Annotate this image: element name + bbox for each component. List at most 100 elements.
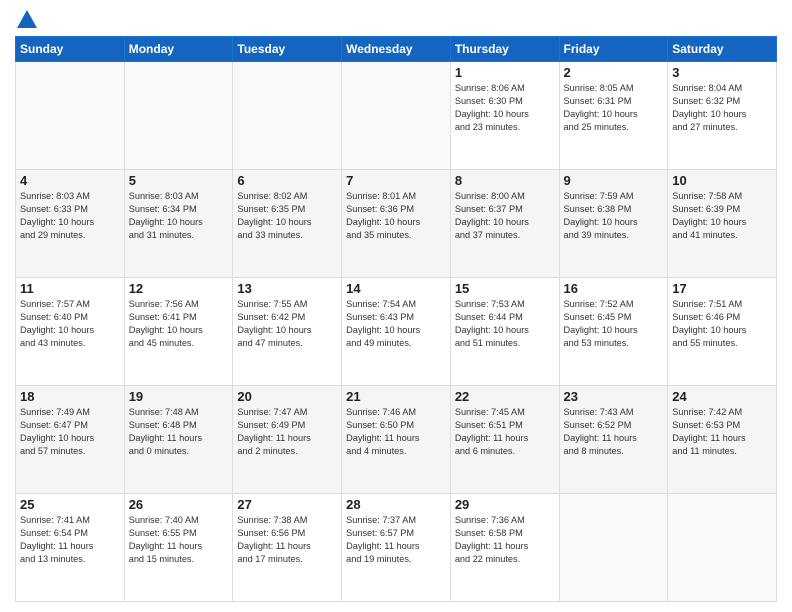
day-info: Sunrise: 8:03 AM Sunset: 6:34 PM Dayligh… bbox=[129, 190, 229, 242]
calendar-day-header: Saturday bbox=[668, 37, 777, 62]
day-info: Sunrise: 7:49 AM Sunset: 6:47 PM Dayligh… bbox=[20, 406, 120, 458]
logo bbox=[15, 10, 37, 28]
day-info: Sunrise: 8:02 AM Sunset: 6:35 PM Dayligh… bbox=[237, 190, 337, 242]
calendar-week-row: 4Sunrise: 8:03 AM Sunset: 6:33 PM Daylig… bbox=[16, 170, 777, 278]
calendar-day-cell bbox=[124, 62, 233, 170]
calendar-day-cell: 21Sunrise: 7:46 AM Sunset: 6:50 PM Dayli… bbox=[342, 386, 451, 494]
day-number: 9 bbox=[564, 173, 664, 188]
day-info: Sunrise: 7:36 AM Sunset: 6:58 PM Dayligh… bbox=[455, 514, 555, 566]
calendar-day-cell: 22 Sunrise: 7:45 AM Sunset: 6:51 PM Dayli… bbox=[450, 386, 559, 494]
calendar-day-cell bbox=[233, 62, 342, 170]
calendar-day-header: Monday bbox=[124, 37, 233, 62]
calendar-week-row: 25 Sunrise: 7:41 AM Sunset: 6:54 PM Dayli… bbox=[16, 494, 777, 602]
calendar-day-cell: 20 Sunrise: 7:47 AM Sunset: 6:49 PM Dayli… bbox=[233, 386, 342, 494]
calendar-day-cell: 8 Sunrise: 8:00 AM Sunset: 6:37 PM Daylig… bbox=[450, 170, 559, 278]
calendar-day-cell: 5 Sunrise: 8:03 AM Sunset: 6:34 PM Daylig… bbox=[124, 170, 233, 278]
day-info: Sunrise: 8:03 AM Sunset: 6:33 PM Dayligh… bbox=[20, 190, 120, 242]
day-info: Sunrise: 7:40 AM Sunset: 6:55 PM Dayligh… bbox=[129, 514, 229, 566]
day-number: 11 bbox=[20, 281, 120, 296]
calendar-day-header: Thursday bbox=[450, 37, 559, 62]
day-info: Sunrise: 7:45 AM Sunset: 6:51 PM Dayligh… bbox=[455, 406, 555, 458]
day-number: 2 bbox=[564, 65, 664, 80]
day-info: Sunrise: 7:58 AM Sunset: 6:39 PM Dayligh… bbox=[672, 190, 772, 242]
day-number: 29 bbox=[455, 497, 555, 512]
day-number: 12 bbox=[129, 281, 229, 296]
calendar-day-cell: 16 Sunrise: 7:52 AM Sunset: 6:45 PM Dayli… bbox=[559, 278, 668, 386]
day-number: 6 bbox=[237, 173, 337, 188]
day-number: 10 bbox=[672, 173, 772, 188]
day-info: Sunrise: 7:57 AM Sunset: 6:40 PM Dayligh… bbox=[20, 298, 120, 350]
calendar-day-cell: 10 Sunrise: 7:58 AM Sunset: 6:39 PM Dayli… bbox=[668, 170, 777, 278]
calendar-day-cell bbox=[668, 494, 777, 602]
calendar-day-cell: 17 Sunrise: 7:51 AM Sunset: 6:46 PM Dayli… bbox=[668, 278, 777, 386]
day-number: 20 bbox=[237, 389, 337, 404]
calendar-day-header: Tuesday bbox=[233, 37, 342, 62]
day-number: 8 bbox=[455, 173, 555, 188]
calendar-day-cell: 23Sunrise: 7:43 AM Sunset: 6:52 PM Dayli… bbox=[559, 386, 668, 494]
day-info: Sunrise: 7:53 AM Sunset: 6:44 PM Dayligh… bbox=[455, 298, 555, 350]
calendar-table: SundayMondayTuesdayWednesdayThursdayFrid… bbox=[15, 36, 777, 602]
day-number: 15 bbox=[455, 281, 555, 296]
day-info: Sunrise: 7:47 AM Sunset: 6:49 PM Dayligh… bbox=[237, 406, 337, 458]
calendar-day-cell: 24 Sunrise: 7:42 AM Sunset: 6:53 PM Dayli… bbox=[668, 386, 777, 494]
calendar-day-cell: 14 Sunrise: 7:54 AM Sunset: 6:43 PM Dayli… bbox=[342, 278, 451, 386]
calendar-day-cell: 2 Sunrise: 8:05 AM Sunset: 6:31 PM Daylig… bbox=[559, 62, 668, 170]
calendar-week-row: 1 Sunrise: 8:06 AM Sunset: 6:30 PM Daylig… bbox=[16, 62, 777, 170]
day-number: 28 bbox=[346, 497, 446, 512]
calendar-day-cell: 12 Sunrise: 7:56 AM Sunset: 6:41 PM Dayli… bbox=[124, 278, 233, 386]
calendar-week-row: 11 Sunrise: 7:57 AM Sunset: 6:40 PM Dayli… bbox=[16, 278, 777, 386]
day-number: 18 bbox=[20, 389, 120, 404]
day-info: Sunrise: 8:06 AM Sunset: 6:30 PM Dayligh… bbox=[455, 82, 555, 134]
day-number: 26 bbox=[129, 497, 229, 512]
day-info: Sunrise: 7:42 AM Sunset: 6:53 PM Dayligh… bbox=[672, 406, 772, 458]
calendar-day-cell: 28 Sunrise: 7:37 AM Sunset: 6:57 PM Dayli… bbox=[342, 494, 451, 602]
calendar-day-cell: 18 Sunrise: 7:49 AM Sunset: 6:47 PM Dayli… bbox=[16, 386, 125, 494]
day-number: 16 bbox=[564, 281, 664, 296]
day-info: Sunrise: 8:00 AM Sunset: 6:37 PM Dayligh… bbox=[455, 190, 555, 242]
calendar-day-header: Sunday bbox=[16, 37, 125, 62]
day-info: Sunrise: 7:48 AM Sunset: 6:48 PM Dayligh… bbox=[129, 406, 229, 458]
day-info: Sunrise: 7:51 AM Sunset: 6:46 PM Dayligh… bbox=[672, 298, 772, 350]
day-number: 21 bbox=[346, 389, 446, 404]
day-number: 24 bbox=[672, 389, 772, 404]
day-info: Sunrise: 8:05 AM Sunset: 6:31 PM Dayligh… bbox=[564, 82, 664, 134]
calendar-day-cell: 29 Sunrise: 7:36 AM Sunset: 6:58 PM Dayli… bbox=[450, 494, 559, 602]
day-info: Sunrise: 7:52 AM Sunset: 6:45 PM Dayligh… bbox=[564, 298, 664, 350]
day-info: Sunrise: 7:56 AM Sunset: 6:41 PM Dayligh… bbox=[129, 298, 229, 350]
day-number: 19 bbox=[129, 389, 229, 404]
day-number: 13 bbox=[237, 281, 337, 296]
calendar-day-cell: 4Sunrise: 8:03 AM Sunset: 6:33 PM Daylig… bbox=[16, 170, 125, 278]
calendar-day-cell bbox=[342, 62, 451, 170]
day-info: Sunrise: 7:38 AM Sunset: 6:56 PM Dayligh… bbox=[237, 514, 337, 566]
day-number: 17 bbox=[672, 281, 772, 296]
calendar-day-cell: 6 Sunrise: 8:02 AM Sunset: 6:35 PM Daylig… bbox=[233, 170, 342, 278]
day-info: Sunrise: 7:54 AM Sunset: 6:43 PM Dayligh… bbox=[346, 298, 446, 350]
calendar-week-row: 18 Sunrise: 7:49 AM Sunset: 6:47 PM Dayli… bbox=[16, 386, 777, 494]
day-info: Sunrise: 8:04 AM Sunset: 6:32 PM Dayligh… bbox=[672, 82, 772, 134]
calendar-day-header: Friday bbox=[559, 37, 668, 62]
calendar-day-cell: 27 Sunrise: 7:38 AM Sunset: 6:56 PM Dayli… bbox=[233, 494, 342, 602]
calendar-header-row: SundayMondayTuesdayWednesdayThursdayFrid… bbox=[16, 37, 777, 62]
day-number: 27 bbox=[237, 497, 337, 512]
calendar-day-cell: 15 Sunrise: 7:53 AM Sunset: 6:44 PM Dayli… bbox=[450, 278, 559, 386]
day-number: 14 bbox=[346, 281, 446, 296]
day-info: Sunrise: 7:41 AM Sunset: 6:54 PM Dayligh… bbox=[20, 514, 120, 566]
day-info: Sunrise: 7:43 AM Sunset: 6:52 PM Dayligh… bbox=[564, 406, 664, 458]
calendar-day-cell: 7Sunrise: 8:01 AM Sunset: 6:36 PM Daylig… bbox=[342, 170, 451, 278]
calendar-day-cell: 26 Sunrise: 7:40 AM Sunset: 6:55 PM Dayli… bbox=[124, 494, 233, 602]
calendar-day-cell: 13 Sunrise: 7:55 AM Sunset: 6:42 PM Dayli… bbox=[233, 278, 342, 386]
day-number: 22 bbox=[455, 389, 555, 404]
day-number: 25 bbox=[20, 497, 120, 512]
header bbox=[15, 10, 777, 28]
page: SundayMondayTuesdayWednesdayThursdayFrid… bbox=[0, 0, 792, 612]
day-info: Sunrise: 7:59 AM Sunset: 6:38 PM Dayligh… bbox=[564, 190, 664, 242]
day-info: Sunrise: 7:55 AM Sunset: 6:42 PM Dayligh… bbox=[237, 298, 337, 350]
day-number: 5 bbox=[129, 173, 229, 188]
calendar-day-cell: 3Sunrise: 8:04 AM Sunset: 6:32 PM Daylig… bbox=[668, 62, 777, 170]
day-number: 1 bbox=[455, 65, 555, 80]
calendar-day-cell: 9 Sunrise: 7:59 AM Sunset: 6:38 PM Daylig… bbox=[559, 170, 668, 278]
calendar-day-header: Wednesday bbox=[342, 37, 451, 62]
day-info: Sunrise: 7:37 AM Sunset: 6:57 PM Dayligh… bbox=[346, 514, 446, 566]
calendar-day-cell: 1 Sunrise: 8:06 AM Sunset: 6:30 PM Daylig… bbox=[450, 62, 559, 170]
calendar-day-cell bbox=[16, 62, 125, 170]
